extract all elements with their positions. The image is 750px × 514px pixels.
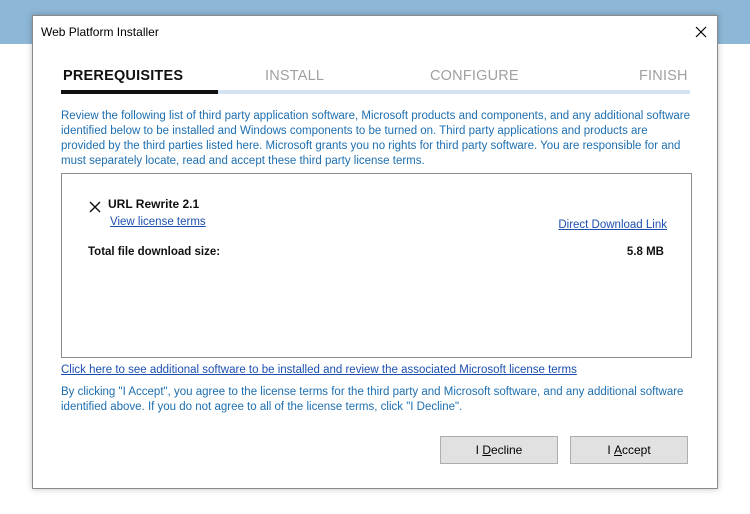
view-license-terms-link[interactable]: View license terms bbox=[110, 216, 206, 228]
direct-download-link[interactable]: Direct Download Link bbox=[558, 219, 667, 231]
prerequisites-list: URL Rewrite 2.1 View license terms Direc… bbox=[61, 173, 692, 358]
additional-software-link[interactable]: Click here to see additional software to… bbox=[61, 364, 577, 376]
step-progress-remaining bbox=[218, 90, 690, 94]
close-button[interactable] bbox=[685, 16, 717, 48]
accept-rest: ccept bbox=[622, 443, 651, 457]
title-bar: Web Platform Installer bbox=[33, 16, 717, 48]
step-prerequisites: PREREQUISITES bbox=[63, 68, 184, 84]
intro-text: Review the following list of third party… bbox=[61, 110, 690, 167]
decline-rest: ecline bbox=[490, 443, 523, 457]
step-configure: CONFIGURE bbox=[430, 68, 519, 84]
step-finish: FINISH bbox=[639, 68, 688, 84]
accept-button[interactable]: I Accept bbox=[570, 436, 688, 464]
x-icon bbox=[89, 201, 101, 213]
window-title: Web Platform Installer bbox=[41, 25, 159, 39]
decline-button[interactable]: I Decline bbox=[440, 436, 558, 464]
installer-window: Web Platform Installer PREREQUISITES INS… bbox=[32, 15, 718, 489]
total-size-label: Total file download size: bbox=[88, 246, 221, 258]
accept-mnemonic: A bbox=[613, 443, 622, 457]
total-size-value: 5.8 MB bbox=[626, 246, 664, 258]
wizard-steps: PREREQUISITES INSTALL CONFIGURE FINISH bbox=[61, 66, 691, 96]
accept-terms-text: By clicking "I Accept", you agree to the… bbox=[61, 386, 684, 413]
item-name: URL Rewrite 2.1 bbox=[108, 197, 200, 211]
accept-prefix: I bbox=[607, 443, 614, 457]
close-icon bbox=[695, 26, 707, 38]
step-progress-active bbox=[61, 90, 218, 94]
decline-prefix: I bbox=[475, 443, 483, 457]
decline-mnemonic: D bbox=[482, 443, 491, 457]
step-install: INSTALL bbox=[265, 68, 325, 84]
